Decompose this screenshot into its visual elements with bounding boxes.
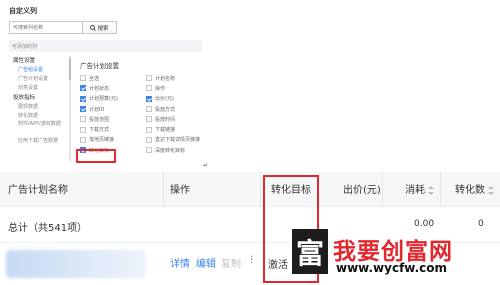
column-option[interactable]: 落地页链接	[80, 135, 146, 145]
column-divider	[382, 172, 383, 207]
column-option-checkbox[interactable]	[80, 75, 86, 82]
column-option-checkbox[interactable]	[80, 106, 86, 113]
nav-item-conversions[interactable]: 转化数据	[13, 112, 69, 121]
column-divider	[260, 172, 261, 207]
campaign-name-blurred[interactable]	[6, 250, 146, 278]
search-row: 搜索	[9, 21, 117, 34]
conversion-target-highlight-box	[76, 149, 116, 163]
nav-header-metrics: 投放指标	[13, 95, 36, 101]
col-header-bid: 出价(元)	[343, 185, 381, 196]
column-option-checkbox[interactable]	[146, 116, 152, 123]
column-option-label: 下载方式	[89, 127, 110, 134]
watermark-logo: 富	[292, 229, 328, 274]
column-option-checkbox[interactable]	[146, 85, 152, 92]
nav-item-campaign[interactable]: 广告计划设置	[13, 75, 69, 84]
nav-item-creative[interactable]: 创意设置	[13, 84, 69, 93]
column-option[interactable]: 操作	[146, 83, 212, 93]
column-option-checkbox[interactable]	[146, 95, 152, 102]
col-header-cost[interactable]: 消耗	[405, 181, 434, 196]
nav-scrollbar-thumb[interactable]	[69, 58, 71, 80]
selected-columns-bar: 可添加的列	[9, 40, 202, 52]
column-option[interactable]: 计划名称	[146, 73, 212, 83]
nav-header-properties: 属性设置	[13, 58, 36, 64]
column-option[interactable]: 下载方式	[80, 124, 146, 134]
column-option-label: 出价(元)	[155, 96, 174, 103]
search-button[interactable]: 搜索	[83, 21, 117, 34]
column-option-label: 操作	[155, 85, 166, 92]
column-category-nav: 属性设置 广告组设置 广告计划设置 创意设置 投放指标 展现数据 转化数据 附件…	[13, 56, 69, 146]
col-header-ops: 操作	[170, 185, 190, 196]
total-label: 总计（共541项）	[8, 223, 88, 234]
col-header-cost-label: 消耗	[405, 185, 425, 196]
column-option[interactable]: 计划ID	[80, 104, 146, 114]
col-header-conversions-label: 转化数	[455, 185, 485, 196]
search-icon	[90, 25, 96, 30]
column-option-checkbox[interactable]	[146, 75, 152, 82]
column-option[interactable]: 投放范围	[80, 114, 146, 124]
column-search-input[interactable]	[9, 21, 83, 34]
column-option-label: 计划预算(元)	[89, 96, 118, 103]
column-options-grid: 全选 计划名称计划状态 操作计划预算(元) 出价(元) 计划ID 投放方式投放范围 投放时间…	[80, 73, 212, 155]
column-option-checkbox[interactable]	[146, 136, 152, 143]
column-option[interactable]: 计划预算(元)	[80, 94, 146, 104]
col-header-name: 广告计划名称	[8, 185, 68, 196]
column-option[interactable]: 投放方式	[146, 104, 212, 114]
copy-link[interactable]: 复制	[221, 255, 241, 270]
nav-item-impressions[interactable]: 展现数据	[13, 103, 69, 112]
column-option[interactable]: 计划状态	[80, 83, 146, 93]
column-option-label: 深度转化目标	[155, 147, 186, 154]
nav-item-attachment[interactable]: 附件/APP/游戏数据	[13, 121, 69, 137]
column-option[interactable]: 出价(元)	[146, 94, 212, 104]
column-option-label: 投放方式	[155, 106, 176, 113]
column-option-checkbox[interactable]	[80, 95, 86, 102]
total-conversions: 0	[478, 219, 484, 229]
options-title: 广告计划设置	[80, 62, 119, 70]
column-option-label: 投放时间	[155, 116, 176, 123]
nav-item-adgroup[interactable]: 广告组设置	[13, 66, 69, 75]
detail-link[interactable]: 详情	[170, 255, 190, 270]
column-option-label: 直达下载详情页链接	[155, 137, 201, 144]
column-option-label: 计划状态	[89, 85, 110, 92]
column-option-label: 全选	[89, 75, 100, 82]
panel-title: 自定义列	[9, 7, 37, 15]
sort-icon[interactable]	[428, 185, 434, 195]
column-divider	[440, 172, 441, 207]
column-option-label: 落地页链接	[89, 137, 115, 144]
column-option-checkbox[interactable]	[80, 116, 86, 123]
sort-icon[interactable]	[488, 185, 494, 195]
column-option[interactable]: 投放时间	[146, 114, 212, 124]
col-header-conversions[interactable]: 转化数	[455, 181, 494, 196]
column-option[interactable]: 深度转化目标	[146, 145, 212, 155]
column-option-checkbox[interactable]	[146, 147, 152, 154]
nav-item-app-download[interactable]: 应用下载广告数据	[13, 137, 69, 146]
return-arrow-icon: ↵	[203, 162, 209, 169]
total-cost: 0.00	[414, 219, 435, 229]
column-option[interactable]: 直达下载详情页链接	[146, 135, 212, 145]
column-option-label: 投放范围	[89, 116, 110, 123]
column-option-checkbox[interactable]	[146, 126, 152, 133]
column-option-checkbox[interactable]	[80, 126, 86, 133]
watermark-url: www.wycfw.com	[336, 261, 448, 275]
column-option-label: 计划ID	[89, 106, 105, 113]
column-option-checkbox[interactable]	[146, 106, 152, 113]
edit-link[interactable]: 编辑	[196, 255, 216, 270]
column-option[interactable]: 下载链接	[146, 124, 212, 134]
column-option-checkbox[interactable]	[80, 136, 86, 143]
column-option-checkbox[interactable]	[80, 85, 86, 92]
column-option-label: 计划名称	[155, 75, 176, 82]
search-button-label: 搜索	[97, 25, 109, 32]
column-divider	[163, 172, 164, 207]
more-options-icon[interactable]: · · ·	[250, 253, 253, 269]
column-option-label: 下载链接	[155, 127, 176, 134]
column-option[interactable]: 全选	[80, 73, 146, 83]
